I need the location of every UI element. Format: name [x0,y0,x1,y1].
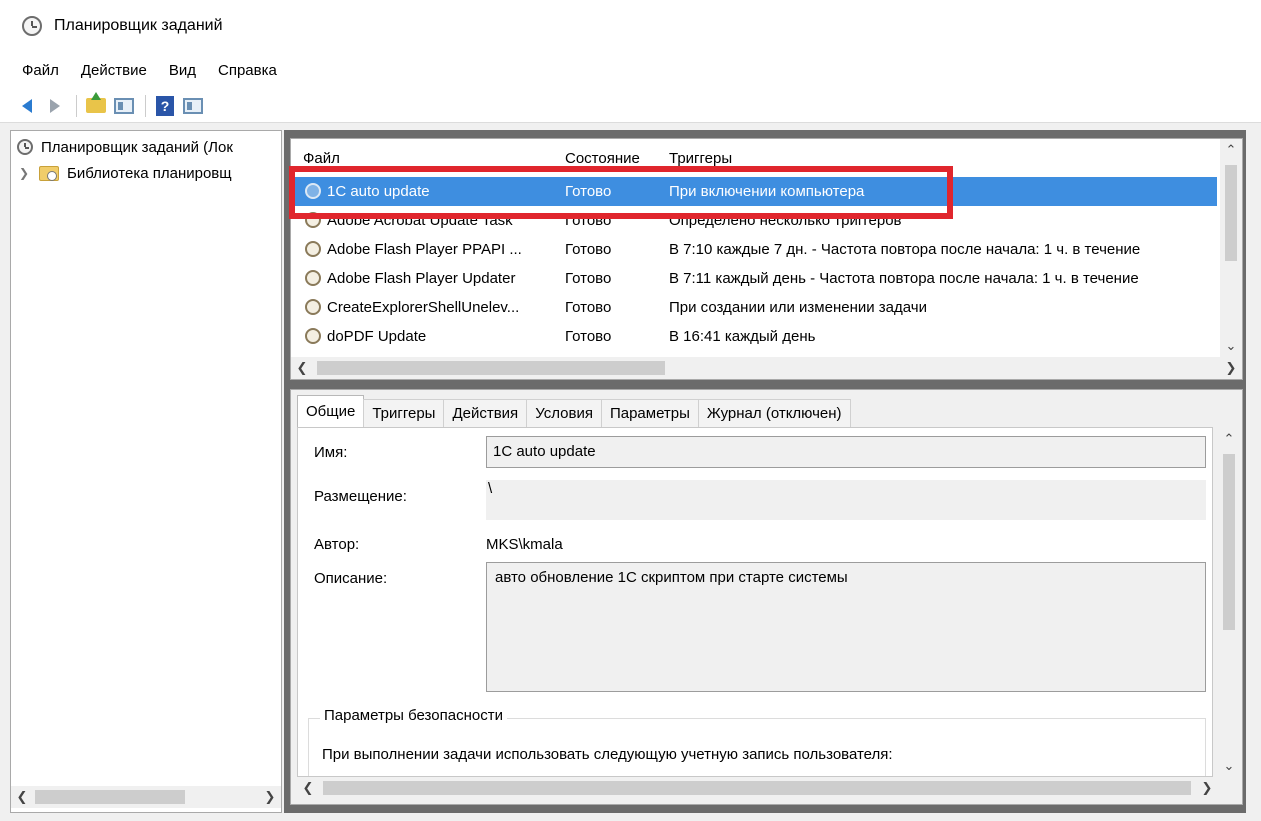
security-options-text: При выполнении задачи использовать следу… [322,746,893,763]
author-field: MKS\kmala [486,536,563,553]
task-properties-pane: Общие Триггеры Действия Условия Параметр… [290,389,1243,805]
column-header-state[interactable]: Состояние [565,150,665,167]
show-hide-pane-button[interactable] [111,93,137,119]
tree-horizontal-scrollbar[interactable]: ❮ ❯ [11,786,281,808]
task-name: Adobe Flash Player PPAPI ... [327,241,522,258]
folder-clock-icon [39,165,59,181]
task-row[interactable]: Adobe Flash Player Updater Готово В 7:11… [291,264,1217,293]
task-clock-icon [305,270,321,286]
toolbar-separator [145,94,146,117]
scroll-thumb[interactable] [1225,165,1237,261]
task-trigger: В 7:10 каждые 7 дн. - Частота повтора по… [669,241,1141,258]
tab-actions[interactable]: Действия [443,399,528,427]
menu-action[interactable]: Действие [81,62,147,79]
clock-icon [22,16,42,36]
forward-button[interactable] [42,93,68,119]
scroll-thumb[interactable] [35,790,185,804]
scroll-track[interactable] [313,357,1220,379]
help-button[interactable]: ? [152,93,178,119]
task-state: Готово [565,270,612,287]
task-trigger: При создании или изменении задачи [669,299,927,316]
name-label: Имя: [314,444,348,461]
scroll-down-icon[interactable]: ⌄ [1220,335,1242,357]
description-label: Описание: [314,570,388,587]
scroll-left-icon[interactable]: ❮ [11,789,33,805]
up-button[interactable] [83,92,109,119]
description-field[interactable]: авто обновление 1С скриптом при старте с… [486,562,1206,692]
column-header-file[interactable]: Файл [303,150,561,167]
highlight-frame [289,166,953,219]
task-trigger: В 7:11 каждый день - Частота повтора пос… [669,270,1139,287]
scroll-thumb[interactable] [1223,454,1235,630]
tree-item-label: Планировщик заданий (Лок [41,138,233,156]
scroll-down-icon[interactable]: ⌄ [1218,755,1240,777]
task-name: Adobe Flash Player Updater [327,270,516,287]
task-row[interactable]: Adobe Flash Player PPAPI ... Готово В 7:… [291,235,1217,264]
tab-history[interactable]: Журнал (отключен) [697,399,851,427]
task-clock-icon [305,241,321,257]
action-pane-icon [183,97,203,114]
list-horizontal-scrollbar[interactable]: ❮ ❯ [291,357,1242,379]
detail-horizontal-scrollbar[interactable]: ❮ ❯ [297,777,1218,799]
chevron-right-icon[interactable]: ❯ [17,166,31,180]
scroll-up-icon[interactable]: ⌃ [1218,428,1240,450]
scroll-right-icon[interactable]: ❯ [1220,360,1242,376]
scroll-left-icon[interactable]: ❮ [297,780,319,796]
toolbar-separator [76,94,77,117]
show-hide-pane-icon [114,97,134,114]
help-icon: ? [156,95,174,116]
general-tab-content: Имя: 1C auto update Размещение: \ Автор:… [297,427,1213,777]
security-options-title: Параметры безопасности [320,707,507,724]
task-clock-icon [305,328,321,344]
task-state: Готово [565,299,612,316]
folder-up-icon [86,92,106,113]
task-trigger: В 16:41 каждый день [669,328,816,345]
title-bar: Планировщик заданий [0,0,1261,52]
tab-triggers[interactable]: Триггеры [363,399,445,427]
back-arrow-icon [22,98,32,113]
scroll-right-icon[interactable]: ❯ [1196,780,1218,796]
scroll-track[interactable] [319,777,1196,799]
toolbar: ? [0,89,1261,123]
tab-conditions[interactable]: Условия [526,399,602,427]
scroll-up-icon[interactable]: ⌃ [1220,139,1242,161]
task-state: Готово [565,328,612,345]
tree-item-library[interactable]: ❯ Библиотека планировщ [17,161,232,185]
scroll-right-icon[interactable]: ❯ [259,789,281,805]
task-row[interactable]: CreateExplorerShellUnelev... Готово При … [291,293,1217,322]
menu-file[interactable]: Файл [22,62,59,79]
author-label: Автор: [314,536,360,553]
detail-vertical-scrollbar[interactable]: ⌃ ⌄ [1218,428,1240,777]
menu-view[interactable]: Вид [169,62,196,79]
location-field: \ [486,480,1206,520]
task-name: CreateExplorerShellUnelev... [327,299,520,316]
clock-icon [17,139,33,155]
menu-bar: Файл Действие Вид Справка [0,52,1261,89]
location-label: Размещение: [314,488,407,505]
task-clock-icon [305,299,321,315]
list-vertical-scrollbar[interactable]: ⌃ ⌄ [1220,139,1242,357]
task-name: doPDF Update [327,328,427,345]
tab-settings[interactable]: Параметры [600,399,699,427]
scroll-track[interactable] [33,786,259,808]
name-field[interactable]: 1C auto update [486,436,1206,468]
action-pane-button[interactable] [180,93,206,119]
scroll-thumb[interactable] [317,361,665,375]
tree-item-root[interactable]: Планировщик заданий (Лок [17,135,233,159]
task-row[interactable]: doPDF Update Готово В 16:41 каждый день [291,322,1217,351]
task-state: Готово [565,241,612,258]
forward-arrow-icon [50,98,60,113]
scroll-left-icon[interactable]: ❮ [291,360,313,376]
navigation-tree: Планировщик заданий (Лок ❯ Библиотека пл… [10,130,282,813]
scroll-thumb[interactable] [323,781,1191,795]
column-header-triggers[interactable]: Триггеры [669,150,1219,167]
tree-item-label: Библиотека планировщ [67,164,232,182]
back-button[interactable] [14,93,40,119]
menu-help[interactable]: Справка [218,62,277,79]
tab-general[interactable]: Общие [297,395,365,427]
window-title: Планировщик заданий [54,17,223,34]
tab-strip: Общие Триггеры Действия Условия Параметр… [297,395,851,427]
